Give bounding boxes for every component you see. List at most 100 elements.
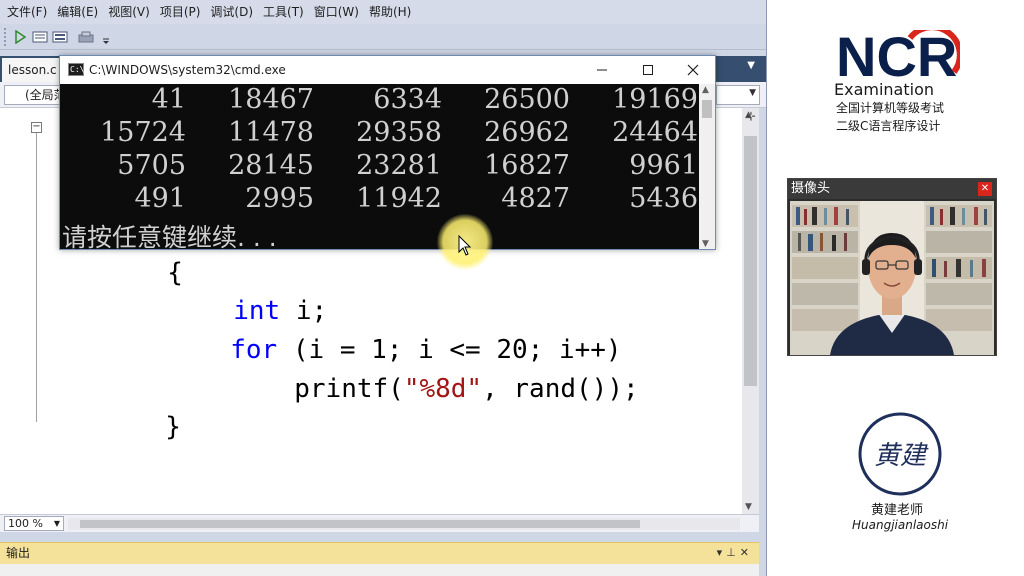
collapse-icon[interactable]: − (31, 122, 42, 133)
camera-window: 摄像头 ✕ (787, 178, 997, 356)
fold-guide (36, 122, 37, 422)
scroll-down-icon[interactable]: ▼ (745, 502, 752, 512)
toolbar-grip[interactable] (4, 27, 8, 46)
scroll-down-icon[interactable]: ▼ (702, 239, 709, 249)
chevron-down-icon: ▼ (749, 88, 756, 98)
maximize-button[interactable] (625, 56, 671, 84)
output-number: 11942 (356, 183, 442, 214)
console-scrollbar[interactable]: ▲ ▼ (699, 84, 715, 249)
scroll-thumb[interactable] (80, 520, 640, 528)
output-number: 26962 (484, 117, 570, 148)
locals-window-icon[interactable] (52, 29, 68, 45)
code-text: , rand()); (482, 374, 639, 404)
output-number: 9961 (629, 150, 698, 181)
output-number: 15724 (100, 117, 186, 148)
output-number: 28145 (228, 150, 314, 181)
watch-window-icon[interactable] (32, 29, 48, 45)
menu-project[interactable]: 项目(P) (155, 0, 206, 24)
screen: 文件(F) 编辑(E) 视图(V) 项目(P) 调试(D) 工具(T) 窗口(W… (0, 0, 1024, 576)
output-body (0, 564, 759, 576)
console-window: C:\ C:\WINDOWS\system32\cmd.exe 41 18467… (59, 55, 716, 250)
output-number: 18467 (228, 84, 314, 115)
course-name: 二级C语言程序设计 (836, 119, 941, 133)
console-title: C:\WINDOWS\system32\cmd.exe (89, 63, 286, 77)
camera-titlebar[interactable]: 摄像头 ✕ (788, 179, 996, 199)
output-number: 29358 (356, 117, 442, 148)
menu-debug[interactable]: 调试(D) (205, 0, 258, 24)
toolbar (0, 24, 766, 50)
output-number: 11478 (228, 117, 314, 148)
output-row: 491 2995 11942 4827 5436 (60, 183, 699, 216)
output-row: 15724 11478 29358 26962 24464 (60, 117, 699, 150)
output-number: 5705 (117, 150, 186, 181)
pin-icon[interactable]: ⊥ (726, 546, 740, 559)
tab-lesson-c[interactable]: lesson.c (2, 58, 60, 82)
mouse-pointer-icon (458, 235, 472, 256)
console-output[interactable]: 41 18467 6334 26500 19169 15724 11478 29… (60, 84, 699, 250)
close-button[interactable] (670, 56, 715, 84)
close-icon[interactable]: ✕ (740, 546, 753, 559)
menu-view[interactable]: 视图(V) (103, 0, 155, 24)
code-text: } (165, 412, 181, 442)
menu-tools[interactable]: 工具(T) (258, 0, 309, 24)
close-button[interactable]: ✕ (978, 182, 992, 196)
seal-text: 黄建 (874, 441, 929, 471)
close-icon (687, 64, 699, 76)
teacher-seal: 黄建 (858, 412, 942, 496)
camera-title: 摄像头 (791, 181, 831, 196)
menu-edit[interactable]: 编辑(E) (52, 0, 103, 24)
scroll-up-icon[interactable]: ▲ (702, 85, 709, 95)
console-app-icon: C:\ (68, 63, 85, 76)
exam-name: 全国计算机等级考试 (836, 101, 945, 115)
output-number: 5436 (629, 183, 698, 214)
editor-gutter (0, 108, 28, 514)
chevron-down-icon[interactable]: ▾ (717, 546, 727, 559)
output-number: 23281 (356, 150, 442, 181)
code-line-7: printf("%8d", rand()); (169, 344, 639, 434)
editor-bottom-bar: 100 % ▼ (0, 514, 759, 532)
menu-help[interactable]: 帮助(H) (364, 0, 416, 24)
code-text: printf( (294, 374, 404, 404)
output-number: 2995 (245, 183, 314, 214)
zoom-value: 100 % (8, 517, 43, 530)
tab-list-dropdown-icon[interactable]: ▼ (747, 60, 755, 71)
teacher-name: 黄建老师 (871, 503, 924, 518)
string-literal: "%8d" (403, 374, 483, 404)
logo-subtitle: Examination (834, 80, 935, 99)
split-editor-icon[interactable]: ⊹ (744, 110, 758, 124)
minimize-button[interactable] (579, 56, 625, 84)
menu-bar: 文件(F) 编辑(E) 视图(V) 项目(P) 调试(D) 工具(T) 窗口(W… (0, 0, 766, 24)
breakpoint-window-icon[interactable] (78, 29, 94, 45)
camera-feed (790, 201, 994, 355)
panel-controls: ▾⊥✕ (717, 543, 753, 563)
editor-horizontal-scrollbar[interactable] (68, 518, 740, 530)
code-line-8: } (40, 382, 181, 472)
output-number: 6334 (373, 84, 442, 115)
output-number: 16827 (484, 150, 570, 181)
member-dropdown[interactable]: ▼ (716, 85, 760, 105)
menu-window[interactable]: 窗口(W) (309, 0, 364, 24)
start-debug-icon[interactable] (12, 29, 28, 45)
chevron-down-icon: ▼ (53, 519, 60, 528)
output-number: 491 (134, 183, 186, 214)
scroll-thumb[interactable] (702, 100, 712, 118)
menu-file[interactable]: 文件(F) (2, 0, 52, 24)
output-number: 19169 (612, 84, 698, 115)
teacher-pinyin: Huangjianlaoshi (852, 518, 949, 532)
editor-vertical-scrollbar[interactable]: ▲ ▼ (742, 108, 759, 514)
webcam-image (790, 201, 994, 355)
output-number: 4827 (501, 183, 570, 214)
console-titlebar[interactable]: C:\ C:\WINDOWS\system32\cmd.exe (60, 56, 715, 84)
output-panel: 输出 ▾⊥✕ (0, 540, 766, 576)
output-panel-header: 输出 ▾⊥✕ (0, 542, 759, 564)
scroll-thumb[interactable] (744, 136, 757, 386)
output-number: 24464 (612, 117, 698, 148)
zoom-dropdown[interactable]: 100 % ▼ (4, 516, 64, 531)
output-row: 41 18467 6334 26500 19169 (60, 84, 699, 117)
scope-dropdown[interactable]: (全局范 (4, 85, 64, 105)
toolbar-options-icon[interactable] (98, 29, 114, 45)
output-row: 5705 28145 23281 16827 9961 (60, 150, 699, 183)
output-number: 26500 (484, 84, 570, 115)
maximize-icon (643, 65, 653, 75)
press-any-key-prompt: 请按任意键继续. . . (62, 223, 277, 250)
